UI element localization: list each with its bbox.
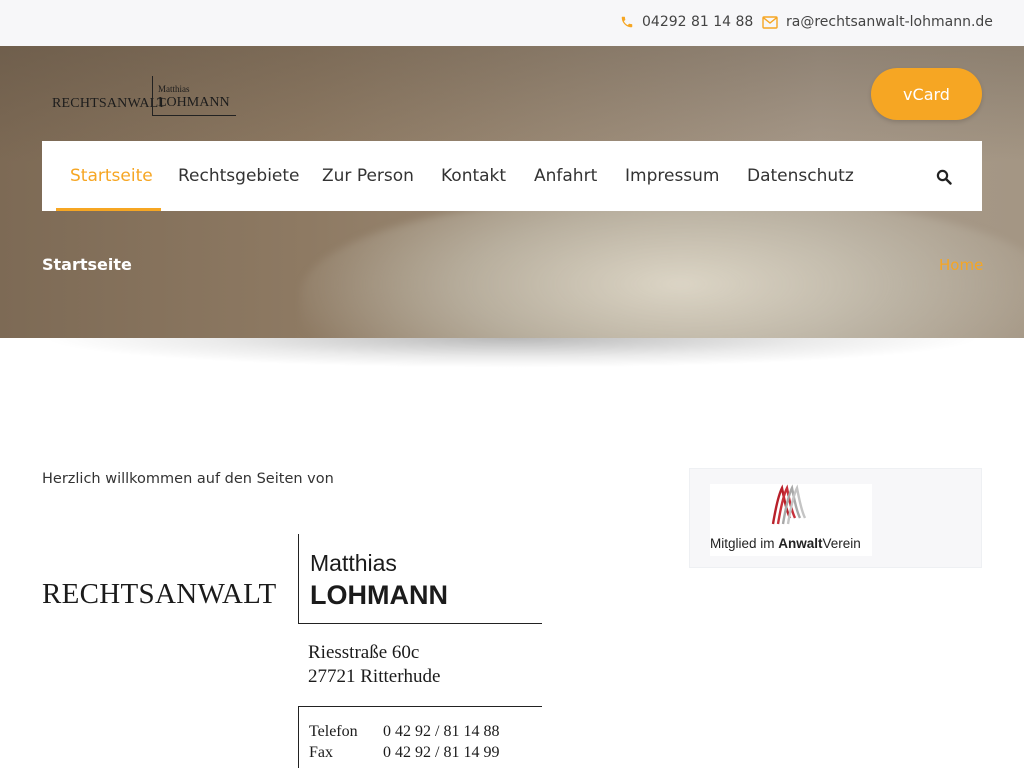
envelope-icon bbox=[762, 15, 778, 29]
nav-item-rechtsgebiete[interactable]: Rechtsgebiete bbox=[178, 141, 300, 211]
hero-shadow bbox=[40, 338, 984, 368]
anwaltverein-badge[interactable]: Mitglied im AnwaltVerein bbox=[710, 484, 872, 556]
letterhead-fax-label: Fax bbox=[309, 744, 333, 761]
letterhead-street: Riesstraße 60c bbox=[308, 642, 420, 663]
breadcrumb-home-link[interactable]: Home bbox=[939, 256, 983, 274]
nav-item-impressum[interactable]: Impressum bbox=[625, 141, 720, 211]
letterhead-last-name: LOHMANN bbox=[310, 580, 448, 610]
nav-active-indicator bbox=[56, 208, 161, 211]
anwaltverein-logo-icon bbox=[771, 484, 807, 525]
main-navigation: Startseite Rechtsgebiete Zur Person Kont… bbox=[42, 141, 982, 211]
logo-first-name: Matthias bbox=[158, 84, 190, 94]
logo-last-name: LOHMANN bbox=[158, 95, 230, 110]
email-address: ra@rechtsanwalt-lohmann.de bbox=[786, 14, 993, 30]
top-contact-bar: 04292 81 14 88 ra@rechtsanwalt-lohmann.d… bbox=[0, 0, 1024, 46]
nav-item-datenschutz[interactable]: Datenschutz bbox=[747, 141, 854, 211]
letterhead-logo: RECHTSANWALT Matthias LOHMANN Riesstraße… bbox=[42, 534, 542, 768]
phone-contact[interactable]: 04292 81 14 88 bbox=[620, 14, 753, 30]
phone-number: 04292 81 14 88 bbox=[642, 14, 754, 30]
letterhead-first-name: Matthias bbox=[310, 550, 397, 576]
site-logo[interactable]: RECHTSANWALT Matthias LOHMANN bbox=[52, 76, 236, 116]
search-icon[interactable] bbox=[936, 169, 952, 185]
page-title: Startseite bbox=[42, 255, 132, 274]
vcard-button[interactable]: vCard bbox=[871, 68, 982, 120]
letterhead-word: RECHTSANWALT bbox=[42, 578, 277, 610]
nav-item-zur-person[interactable]: Zur Person bbox=[322, 141, 414, 211]
nav-item-startseite[interactable]: Startseite bbox=[70, 141, 153, 211]
letterhead-tel-label: Telefon bbox=[309, 723, 358, 740]
letterhead-tel-value: 0 42 92 / 81 14 88 bbox=[383, 723, 500, 740]
anwaltverein-caption: Mitglied im AnwaltVerein bbox=[710, 536, 861, 551]
phone-icon bbox=[621, 16, 633, 28]
letterhead-city: 27721 Ritterhude bbox=[308, 666, 441, 687]
email-contact[interactable]: ra@rechtsanwalt-lohmann.de bbox=[762, 14, 993, 30]
welcome-text: Herzlich willkommen auf den Seiten von bbox=[42, 471, 334, 487]
letterhead-fax-value: 0 42 92 / 81 14 99 bbox=[383, 744, 500, 761]
logo-word: RECHTSANWALT bbox=[52, 96, 166, 111]
nav-item-anfahrt[interactable]: Anfahrt bbox=[534, 141, 597, 211]
sidebar-widget: Mitglied im AnwaltVerein bbox=[689, 468, 982, 568]
nav-item-kontakt[interactable]: Kontakt bbox=[441, 141, 506, 211]
